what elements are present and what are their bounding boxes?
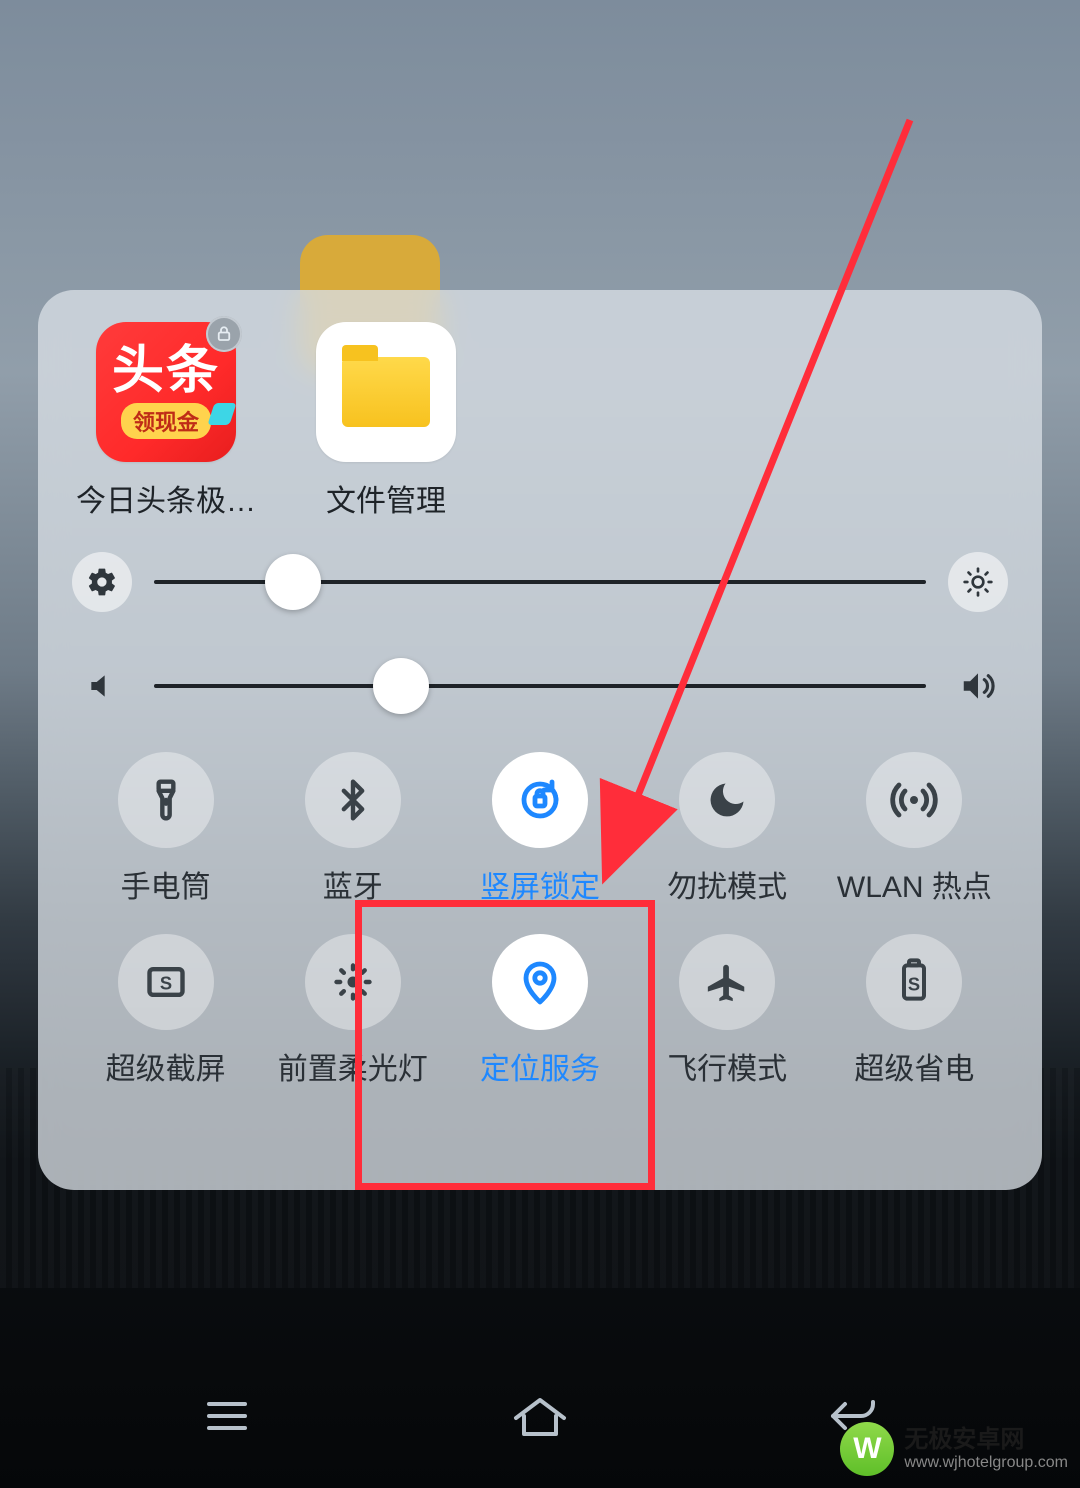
watermark-subtitle: www.wjhotelgroup.com: [904, 1454, 1068, 1472]
toggle-label: 飞行模式: [667, 1044, 787, 1088]
toggle-hotspot[interactable]: WLAN 热点: [821, 752, 1008, 906]
settings-button[interactable]: [72, 552, 132, 612]
volume-row: [72, 656, 1008, 716]
toggle-super-screenshot[interactable]: S 超级截屏: [72, 934, 259, 1088]
toggle-airplane[interactable]: 飞行模式: [634, 934, 821, 1088]
gear-icon: [86, 566, 118, 598]
toggle-rotation-lock[interactable]: 竖屏锁定: [446, 752, 633, 906]
toggle-label: 超级截屏: [106, 1044, 226, 1088]
battery-s-icon: S: [866, 934, 962, 1030]
toutiao-icon-badge: 领现金: [121, 403, 211, 439]
brightness-thumb[interactable]: [265, 554, 321, 610]
recent-app-label: 文件管理: [326, 476, 446, 520]
toggle-label: 手电筒: [121, 862, 211, 906]
watermark-badge: W: [840, 1422, 894, 1476]
recent-apps-row: 头条 领现金 今日头条极… 文件管理: [72, 322, 1008, 520]
watermark: W 无极安卓网 www.wjhotelgroup.com: [840, 1422, 1068, 1476]
toggle-label: 超级省电: [854, 1044, 974, 1088]
brightness-max-button[interactable]: [948, 552, 1008, 612]
volume-thumb[interactable]: [373, 658, 429, 714]
nav-recents-button[interactable]: [167, 1384, 287, 1448]
recent-app-toutiao[interactable]: 头条 领现金 今日头条极…: [86, 322, 246, 520]
brightness-icon: [962, 566, 994, 598]
toutiao-icon-text: 头条: [112, 345, 220, 397]
home-icon: [512, 1394, 568, 1438]
svg-text:S: S: [908, 973, 920, 994]
brightness-slider[interactable]: [154, 552, 926, 612]
toggle-label: WLAN 热点: [837, 862, 992, 906]
bluetooth-icon: [305, 752, 401, 848]
files-icon: [316, 322, 456, 462]
lock-icon: [206, 316, 242, 352]
super-screenshot-icon: S: [118, 934, 214, 1030]
recent-app-files[interactable]: 文件管理: [306, 322, 466, 520]
flashlight-icon: [118, 752, 214, 848]
moon-icon: [679, 752, 775, 848]
watermark-title: 无极安卓网: [904, 1426, 1068, 1454]
toggle-bluetooth[interactable]: 蓝牙: [259, 752, 446, 906]
toggle-battery-s[interactable]: S 超级省电: [821, 934, 1008, 1088]
toggle-label: 勿扰模式: [667, 862, 787, 906]
toutiao-icon: 头条 领现金: [96, 322, 236, 462]
airplane-icon: [679, 934, 775, 1030]
recents-icon: [203, 1398, 251, 1434]
recent-app-label: 今日头条极…: [76, 476, 256, 520]
svg-text:S: S: [159, 972, 171, 993]
hotspot-icon: [866, 752, 962, 848]
toggle-flashlight[interactable]: 手电筒: [72, 752, 259, 906]
volume-slider[interactable]: [154, 656, 926, 716]
volume-track: [154, 684, 926, 688]
speaker-low-icon: [86, 670, 118, 702]
annotation-highlight-box: [355, 900, 655, 1190]
volume-max-icon: [948, 656, 1008, 716]
nav-home-button[interactable]: [480, 1384, 600, 1448]
speaker-high-icon: [959, 667, 997, 705]
volume-min-icon: [72, 656, 132, 716]
toggle-moon[interactable]: 勿扰模式: [634, 752, 821, 906]
brightness-row: [72, 552, 1008, 612]
rotation-lock-icon: [492, 752, 588, 848]
